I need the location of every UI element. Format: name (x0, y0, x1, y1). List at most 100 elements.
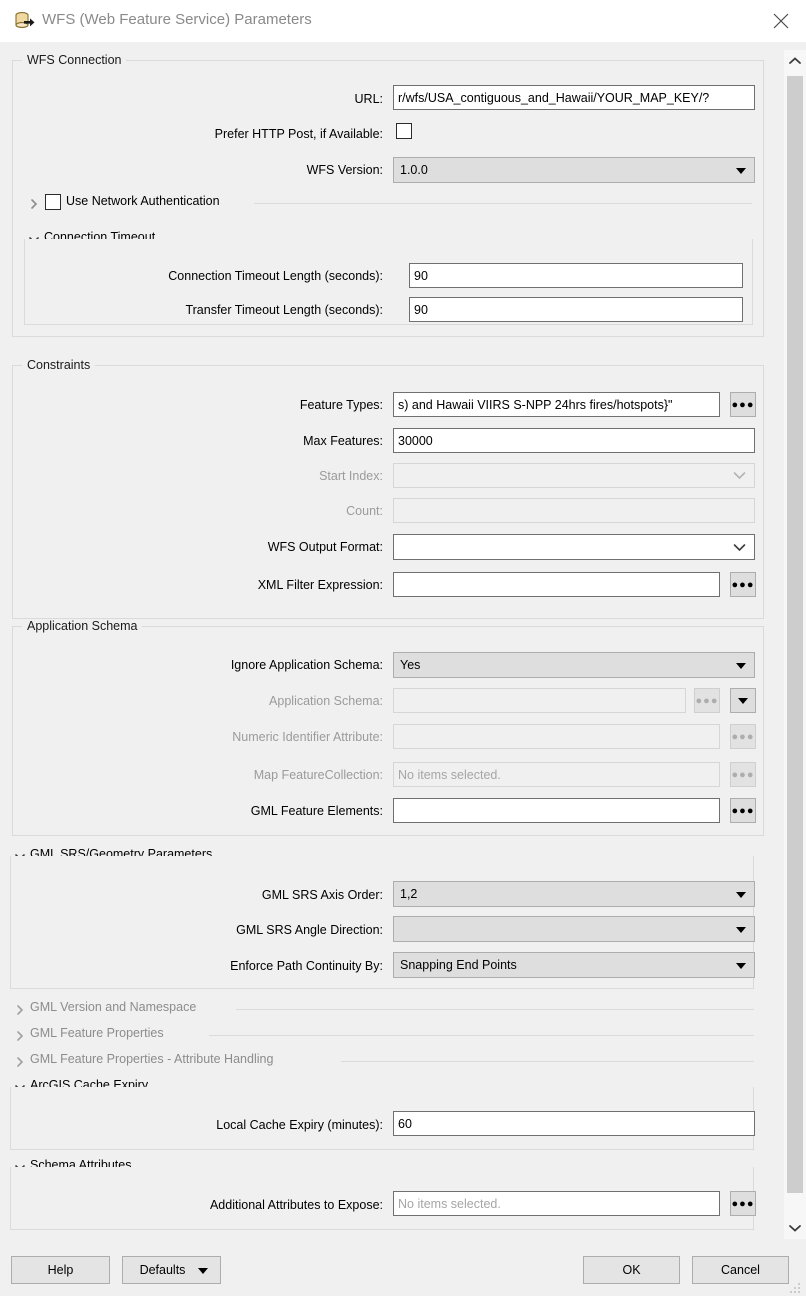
chevron-right-icon[interactable] (28, 198, 40, 210)
ellipsis-icon: ●●● (695, 694, 719, 707)
label-numeric-identifier-attribute: Numeric Identifier Attribute: (232, 730, 383, 744)
label-enforce-path-continuity-by: Enforce Path Continuity By: (230, 959, 383, 973)
chevron-down-icon (736, 663, 746, 669)
label-additional-attributes-to-expose: Additional Attributes to Expose: (209, 1198, 383, 1212)
count-input (393, 498, 755, 523)
label-max-features: Max Features: (303, 434, 383, 448)
section-rule (254, 203, 752, 204)
group-title-constraints: Constraints (22, 358, 96, 372)
enforce-path-continuity-by-dropdown[interactable]: Snapping End Points (393, 952, 755, 978)
label-gml-srs-angle-direction: GML SRS Angle Direction: (236, 923, 383, 937)
transfer-timeout-length-input[interactable]: 90 (409, 297, 743, 322)
label-wfs-version: WFS Version: (306, 163, 383, 177)
defaults-button-label: Defaults (139, 1263, 186, 1277)
wfs-version-value: 1.0.0 (400, 163, 428, 177)
label-feature-types: Feature Types: (299, 398, 383, 412)
chevron-down-icon (730, 464, 748, 487)
chevron-right-icon[interactable] (14, 1056, 26, 1068)
section-rule (209, 1035, 754, 1036)
ignore-application-schema-dropdown[interactable]: Yes (393, 652, 755, 678)
label-application-schema: Application Schema: (269, 694, 383, 708)
label-local-cache-expiry: Local Cache Expiry (minutes): (216, 1118, 383, 1132)
map-featurecollection-input: No items selected. (393, 762, 720, 787)
label-count: Count: (346, 504, 383, 518)
scroll-up-icon[interactable] (784, 50, 806, 72)
prefer-http-post-checkbox[interactable] (396, 123, 412, 139)
label-connection-timeout-length: Connection Timeout Length (seconds): (168, 269, 383, 283)
section-gml-version-and-namespace[interactable]: GML Version and Namespace (14, 1000, 756, 1018)
group-title-wfs-connection: WFS Connection (22, 53, 127, 67)
start-index-combo (393, 463, 755, 488)
chevron-down-icon (736, 168, 746, 174)
gml-srs-angle-direction-dropdown[interactable] (393, 916, 755, 942)
xml-filter-expression-browse-button[interactable]: ●●● (730, 572, 756, 597)
label-prefer-http-post: Prefer HTTP Post, if Available: (214, 127, 383, 141)
label-xml-filter-expression: XML Filter Expression: (257, 578, 383, 592)
numeric-identifier-attribute-browse-button: ●●● (730, 724, 756, 749)
gml-feature-elements-input[interactable] (393, 798, 720, 823)
ellipsis-icon: ●●● (731, 768, 755, 781)
section-label-gml-version-and-namespace: GML Version and Namespace (30, 1000, 197, 1014)
group-title-application-schema: Application Schema (22, 619, 143, 633)
max-features-input[interactable]: 30000 (393, 428, 755, 453)
ellipsis-icon: ●●● (731, 730, 755, 743)
wfs-version-dropdown[interactable]: 1.0.0 (393, 157, 755, 183)
label-ignore-application-schema: Ignore Application Schema: (230, 658, 383, 672)
numeric-identifier-attribute-input (393, 724, 720, 749)
chevron-down-icon[interactable] (730, 535, 748, 559)
label-url: URL: (354, 92, 383, 106)
resize-grip-icon[interactable] (790, 1281, 802, 1293)
ok-button[interactable]: OK (583, 1256, 680, 1284)
application-schema-dropdown-button[interactable] (730, 688, 756, 713)
map-featurecollection-browse-button: ●●● (730, 762, 756, 787)
ellipsis-icon: ●●● (731, 1197, 755, 1210)
defaults-button[interactable]: Defaults (122, 1256, 221, 1284)
local-cache-expiry-input[interactable]: 60 (393, 1111, 755, 1136)
scroll-down-icon[interactable] (784, 1217, 806, 1239)
help-button[interactable]: Help (11, 1256, 110, 1284)
section-label-gml-feature-properties-attribute-handling: GML Feature Properties - Attribute Handl… (30, 1052, 274, 1066)
section-gml-feature-properties[interactable]: GML Feature Properties (14, 1026, 756, 1044)
wfs-output-format-combo[interactable] (393, 534, 755, 560)
cancel-button[interactable]: Cancel (692, 1256, 789, 1284)
label-transfer-timeout-length: Transfer Timeout Length (seconds): (185, 303, 383, 317)
section-label-gml-feature-properties: GML Feature Properties (30, 1026, 164, 1040)
url-input[interactable]: r/wfs/USA_contiguous_and_Hawaii/YOUR_MAP… (393, 85, 755, 110)
chevron-down-icon (736, 892, 746, 898)
close-icon[interactable] (764, 6, 798, 36)
application-schema-browse-button: ●●● (694, 688, 720, 713)
gml-srs-axis-order-dropdown[interactable]: 1,2 (393, 881, 755, 907)
dialog-footer: Help Defaults OK Cancel (0, 1245, 806, 1296)
ignore-application-schema-value: Yes (400, 658, 421, 672)
label-gml-srs-axis-order: GML SRS Axis Order: (261, 888, 383, 902)
section-gml-feature-properties-attribute-handling[interactable]: GML Feature Properties - Attribute Handl… (14, 1052, 756, 1070)
chevron-down-icon[interactable] (198, 1268, 208, 1274)
ellipsis-icon: ●●● (731, 578, 755, 591)
section-use-network-authentication[interactable]: Use Network Authentication (28, 194, 755, 212)
additional-attributes-to-expose-browse-button[interactable]: ●●● (730, 1191, 756, 1216)
window-titlebar: WFS (Web Feature Service) Parameters (0, 0, 806, 43)
vertical-scrollbar[interactable] (784, 50, 806, 1239)
use-network-authentication-checkbox[interactable] (45, 194, 61, 210)
xml-filter-expression-input[interactable] (393, 572, 720, 597)
section-label-use-network-authentication: Use Network Authentication (66, 194, 220, 208)
label-map-featurecollection: Map FeatureCollection: (253, 768, 383, 782)
feature-types-input[interactable]: s) and Hawaii VIIRS S-NPP 24hrs fires/ho… (393, 392, 720, 417)
connection-timeout-length-input[interactable]: 90 (409, 263, 743, 288)
ellipsis-icon: ●●● (731, 804, 755, 817)
additional-attributes-to-expose-input[interactable]: No items selected. (393, 1191, 720, 1216)
gml-feature-elements-browse-button[interactable]: ●●● (730, 798, 756, 823)
chevron-right-icon[interactable] (14, 1004, 26, 1016)
section-rule (236, 1009, 754, 1010)
gml-srs-axis-order-value: 1,2 (400, 887, 418, 901)
chevron-down-icon (736, 927, 746, 933)
chevron-down-icon (736, 963, 746, 969)
ellipsis-icon: ●●● (731, 398, 755, 411)
label-gml-feature-elements: GML Feature Elements: (250, 804, 383, 818)
scrollbar-thumb[interactable] (787, 76, 803, 1193)
chevron-right-icon[interactable] (14, 1030, 26, 1042)
feature-types-browse-button[interactable]: ●●● (730, 392, 756, 417)
section-rule (341, 1061, 754, 1062)
enforce-path-continuity-by-value: Snapping End Points (400, 958, 517, 972)
label-start-index: Start Index: (319, 469, 383, 483)
